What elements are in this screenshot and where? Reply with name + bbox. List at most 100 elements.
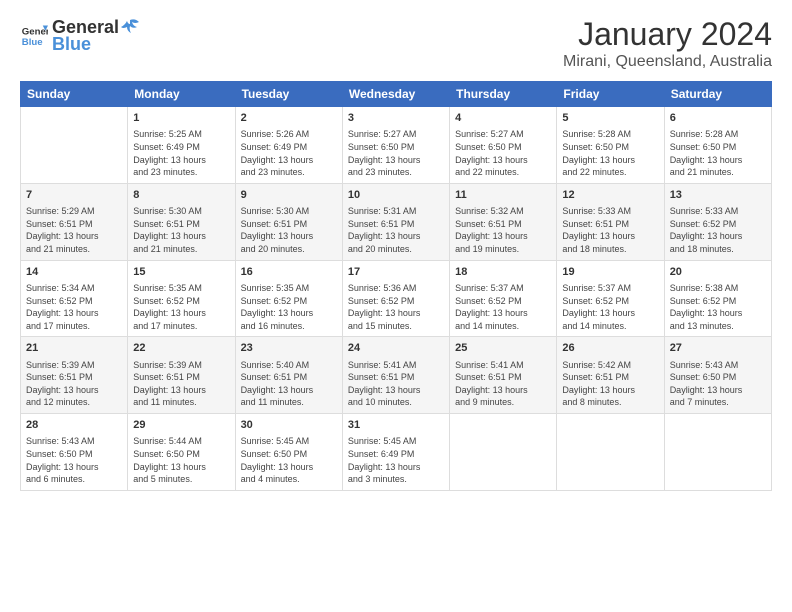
- calendar-cell: [557, 414, 664, 491]
- calendar-cell: 17 Sunrise: 5:36 AM Sunset: 6:52 PM Dayli…: [342, 260, 449, 337]
- month-title: January 2024: [563, 16, 772, 53]
- day-number: 6: [670, 111, 766, 126]
- weekday-header-row: SundayMondayTuesdayWednesdayThursdayFrid…: [21, 82, 772, 107]
- day-number: 3: [348, 111, 444, 126]
- calendar-cell: 5 Sunrise: 5:28 AM Sunset: 6:50 PM Daylig…: [557, 107, 664, 184]
- calendar-cell: 30Sunrise: 5:45 AM Sunset: 6:50 PM Dayli…: [235, 414, 342, 491]
- calendar-cell: 31 Sunrise: 5:45 AM Sunset: 6:49 PM Dayli…: [342, 414, 449, 491]
- weekday-header-thursday: Thursday: [450, 82, 557, 107]
- calendar-week-row: 28Sunrise: 5:43 AM Sunset: 6:50 PM Dayli…: [21, 414, 772, 491]
- calendar-cell: 22 Sunrise: 5:39 AM Sunset: 6:51 PM Dayli…: [128, 337, 235, 414]
- day-content: Sunrise: 5:35 AM Sunset: 6:52 PM Dayligh…: [133, 282, 229, 332]
- day-content: Sunrise: 5:28 AM Sunset: 6:50 PM Dayligh…: [562, 128, 658, 178]
- page-container: General Blue General Blue January 2024 M…: [0, 0, 792, 501]
- day-number: 16: [241, 265, 337, 280]
- day-number: 11: [455, 188, 551, 203]
- calendar-cell: 18 Sunrise: 5:37 AM Sunset: 6:52 PM Dayli…: [450, 260, 557, 337]
- day-number: 20: [670, 265, 766, 280]
- day-content: Sunrise: 5:41 AM Sunset: 6:51 PM Dayligh…: [455, 359, 551, 409]
- day-number: 30: [241, 418, 337, 433]
- calendar-cell: 21Sunrise: 5:39 AM Sunset: 6:51 PM Dayli…: [21, 337, 128, 414]
- day-number: 12: [562, 188, 658, 203]
- header: General Blue General Blue January 2024 M…: [20, 16, 772, 71]
- day-content: Sunrise: 5:36 AM Sunset: 6:52 PM Dayligh…: [348, 282, 444, 332]
- day-content: Sunrise: 5:28 AM Sunset: 6:50 PM Dayligh…: [670, 128, 766, 178]
- location-title: Mirani, Queensland, Australia: [563, 53, 772, 71]
- calendar-table: SundayMondayTuesdayWednesdayThursdayFrid…: [20, 81, 772, 491]
- day-number: 14: [26, 265, 122, 280]
- calendar-cell: 20 Sunrise: 5:38 AM Sunset: 6:52 PM Dayli…: [664, 260, 771, 337]
- calendar-week-row: 14 Sunrise: 5:34 AM Sunset: 6:52 PM Dayli…: [21, 260, 772, 337]
- title-block: January 2024 Mirani, Queensland, Austral…: [563, 16, 772, 71]
- day-content: Sunrise: 5:37 AM Sunset: 6:52 PM Dayligh…: [562, 282, 658, 332]
- calendar-cell: 2Sunrise: 5:26 AM Sunset: 6:49 PM Daylig…: [235, 107, 342, 184]
- calendar-week-row: 1 Sunrise: 5:25 AM Sunset: 6:49 PM Daylig…: [21, 107, 772, 184]
- weekday-header-sunday: Sunday: [21, 82, 128, 107]
- day-content: Sunrise: 5:39 AM Sunset: 6:51 PM Dayligh…: [133, 359, 229, 409]
- calendar-cell: 3Sunrise: 5:27 AM Sunset: 6:50 PM Daylig…: [342, 107, 449, 184]
- day-number: 21: [26, 341, 122, 356]
- calendar-cell: [664, 414, 771, 491]
- day-content: Sunrise: 5:37 AM Sunset: 6:52 PM Dayligh…: [455, 282, 551, 332]
- calendar-week-row: 7Sunrise: 5:29 AM Sunset: 6:51 PM Daylig…: [21, 183, 772, 260]
- calendar-cell: 1 Sunrise: 5:25 AM Sunset: 6:49 PM Daylig…: [128, 107, 235, 184]
- logo-icon: General Blue: [20, 22, 48, 50]
- calendar-cell: 12 Sunrise: 5:33 AM Sunset: 6:51 PM Dayli…: [557, 183, 664, 260]
- weekday-header-friday: Friday: [557, 82, 664, 107]
- calendar-cell: 9 Sunrise: 5:30 AM Sunset: 6:51 PM Daylig…: [235, 183, 342, 260]
- weekday-header-wednesday: Wednesday: [342, 82, 449, 107]
- day-number: 7: [26, 188, 122, 203]
- weekday-header-monday: Monday: [128, 82, 235, 107]
- calendar-cell: 23Sunrise: 5:40 AM Sunset: 6:51 PM Dayli…: [235, 337, 342, 414]
- day-content: Sunrise: 5:38 AM Sunset: 6:52 PM Dayligh…: [670, 282, 766, 332]
- day-number: 13: [670, 188, 766, 203]
- calendar-cell: 10Sunrise: 5:31 AM Sunset: 6:51 PM Dayli…: [342, 183, 449, 260]
- day-content: Sunrise: 5:33 AM Sunset: 6:52 PM Dayligh…: [670, 205, 766, 255]
- day-content: Sunrise: 5:45 AM Sunset: 6:49 PM Dayligh…: [348, 435, 444, 485]
- day-number: 29: [133, 418, 229, 433]
- calendar-cell: 4 Sunrise: 5:27 AM Sunset: 6:50 PM Daylig…: [450, 107, 557, 184]
- day-number: 9: [241, 188, 337, 203]
- day-number: 22: [133, 341, 229, 356]
- svg-text:Blue: Blue: [22, 36, 43, 47]
- day-content: Sunrise: 5:41 AM Sunset: 6:51 PM Dayligh…: [348, 359, 444, 409]
- day-content: Sunrise: 5:33 AM Sunset: 6:51 PM Dayligh…: [562, 205, 658, 255]
- day-content: Sunrise: 5:43 AM Sunset: 6:50 PM Dayligh…: [670, 359, 766, 409]
- weekday-header-saturday: Saturday: [664, 82, 771, 107]
- day-content: Sunrise: 5:32 AM Sunset: 6:51 PM Dayligh…: [455, 205, 551, 255]
- day-number: 1: [133, 111, 229, 126]
- day-content: Sunrise: 5:25 AM Sunset: 6:49 PM Dayligh…: [133, 128, 229, 178]
- day-number: 19: [562, 265, 658, 280]
- day-number: 23: [241, 341, 337, 356]
- day-number: 31: [348, 418, 444, 433]
- calendar-cell: 19 Sunrise: 5:37 AM Sunset: 6:52 PM Dayli…: [557, 260, 664, 337]
- calendar-week-row: 21 Sunrise: 5:39 AM Sunset: 6:51 PM Dayli…: [21, 337, 772, 414]
- calendar-cell: 16 Sunrise: 5:35 AM Sunset: 6:52 PM Dayli…: [235, 260, 342, 337]
- day-content: Sunrise: 5:30 AM Sunset: 6:51 PM Dayligh…: [133, 205, 229, 255]
- calendar-cell: 28Sunrise: 5:43 AM Sunset: 6:50 PM Dayli…: [21, 414, 128, 491]
- day-content: Sunrise: 5:43 AM Sunset: 6:50 PM Dayligh…: [26, 435, 122, 485]
- day-number: 5: [562, 111, 658, 126]
- day-number: 2: [241, 111, 337, 126]
- calendar-cell: 11 Sunrise: 5:32 AM Sunset: 6:51 PM Dayli…: [450, 183, 557, 260]
- calendar-cell: 27 Sunrise: 5:43 AM Sunset: 6:50 PM Dayli…: [664, 337, 771, 414]
- day-number: 18: [455, 265, 551, 280]
- day-content: Sunrise: 5:34 AM Sunset: 6:52 PM Dayligh…: [26, 282, 122, 332]
- day-number: 17: [348, 265, 444, 280]
- weekday-header-tuesday: Tuesday: [235, 82, 342, 107]
- day-number: 27: [670, 341, 766, 356]
- day-number: 4: [455, 111, 551, 126]
- logo: General Blue General Blue: [20, 16, 141, 55]
- calendar-cell: 26Sunrise: 5:42 AM Sunset: 6:51 PM Dayli…: [557, 337, 664, 414]
- calendar-cell: 8Sunrise: 5:30 AM Sunset: 6:51 PM Daylig…: [128, 183, 235, 260]
- day-content: Sunrise: 5:31 AM Sunset: 6:51 PM Dayligh…: [348, 205, 444, 255]
- logo-bird-icon: [119, 16, 141, 38]
- day-content: Sunrise: 5:35 AM Sunset: 6:52 PM Dayligh…: [241, 282, 337, 332]
- day-content: Sunrise: 5:30 AM Sunset: 6:51 PM Dayligh…: [241, 205, 337, 255]
- calendar-cell: 6 Sunrise: 5:28 AM Sunset: 6:50 PM Daylig…: [664, 107, 771, 184]
- day-number: 24: [348, 341, 444, 356]
- day-number: 25: [455, 341, 551, 356]
- day-content: Sunrise: 5:27 AM Sunset: 6:50 PM Dayligh…: [455, 128, 551, 178]
- calendar-cell: [21, 107, 128, 184]
- day-content: Sunrise: 5:44 AM Sunset: 6:50 PM Dayligh…: [133, 435, 229, 485]
